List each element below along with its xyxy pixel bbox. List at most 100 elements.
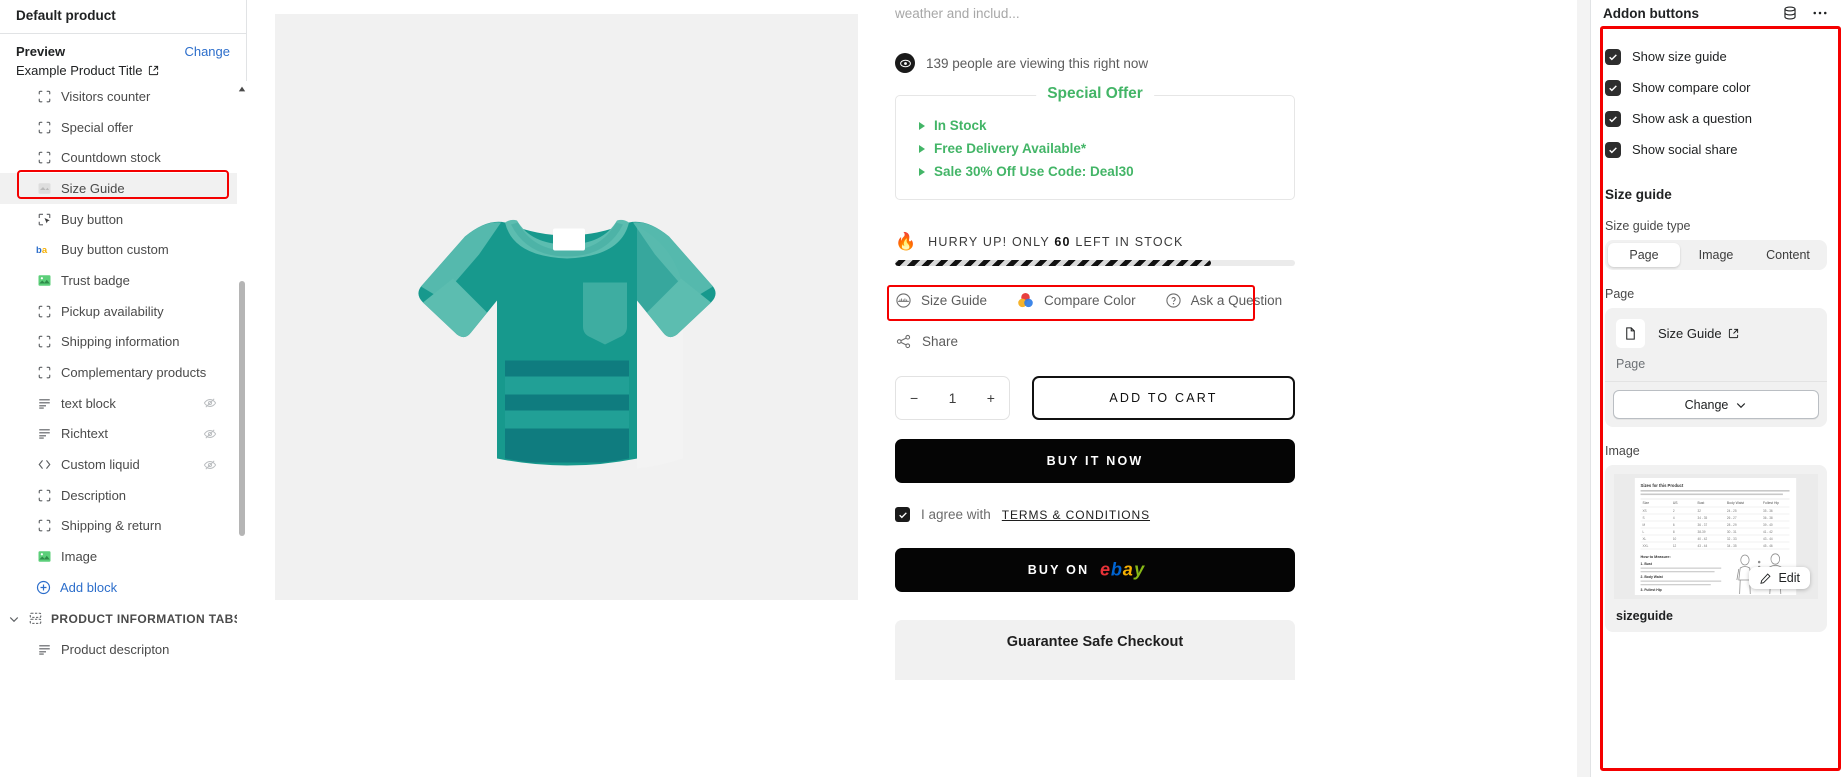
- panel-gutter: [1579, 0, 1590, 777]
- question-circle-icon: [1165, 293, 1181, 308]
- more-options-icon[interactable]: [1811, 5, 1829, 21]
- section-icon: [29, 612, 42, 624]
- scroll-up-arrow-icon[interactable]: [238, 85, 246, 93]
- svg-text:XL: XL: [1642, 537, 1646, 541]
- block-richtext[interactable]: Richtext: [0, 419, 247, 450]
- block-custom-liquid[interactable]: Custom liquid: [0, 449, 247, 480]
- document-icon: [1616, 319, 1645, 348]
- quantity-decrement[interactable]: −: [910, 390, 918, 406]
- image-file-name: sizeguide: [1616, 609, 1673, 623]
- check-icon: [1609, 84, 1617, 91]
- hurry-suffix: LEFT IN STOCK: [1075, 234, 1184, 249]
- quantity-stepper[interactable]: − 1 +: [895, 376, 1010, 420]
- checkbox-box[interactable]: [1605, 141, 1621, 158]
- size-guide-type-label: Size guide type: [1605, 219, 1691, 233]
- change-page-label: Change: [1684, 397, 1729, 412]
- block-label: Countdown stock: [61, 150, 161, 166]
- picked-page-name: Size Guide: [1658, 326, 1722, 341]
- social-share-button[interactable]: Share: [895, 333, 1295, 350]
- placeholder-block-icon: [36, 334, 52, 350]
- segment-page[interactable]: Page: [1608, 243, 1680, 267]
- change-page-button[interactable]: Change: [1613, 390, 1819, 419]
- hidden-eye-icon[interactable]: [203, 458, 217, 472]
- description-fragment: weather and includ...: [895, 6, 1020, 21]
- database-icon[interactable]: [1782, 5, 1798, 21]
- segment-image[interactable]: Image: [1680, 243, 1752, 267]
- terms-checkbox[interactable]: [895, 507, 910, 522]
- sidebar-scrollbar[interactable]: [237, 81, 247, 777]
- block-buy-button-custom[interactable]: b a Buy button custom: [0, 234, 247, 265]
- block-size-guide[interactable]: Size Guide: [0, 173, 247, 204]
- image-block-icon: [36, 549, 52, 565]
- image-picker-card: Sizes for this Product Size US Bust Body…: [1605, 465, 1827, 632]
- preview-product-title[interactable]: Example Product Title: [16, 63, 230, 78]
- block-countdown-stock[interactable]: Countdown stock: [0, 142, 247, 173]
- settings-panel: Addon buttons Show size guide Show compar…: [1579, 0, 1841, 777]
- external-link-icon: [149, 65, 159, 76]
- checkbox-box[interactable]: [1605, 79, 1621, 96]
- placeholder-block-icon: [36, 518, 52, 534]
- svg-text:Size: Size: [1642, 501, 1649, 505]
- size-guide-label: Size Guide: [921, 293, 988, 308]
- checkbox-show-ask-a-question[interactable]: Show ask a question: [1605, 103, 1827, 134]
- svg-text:Fullest Hip: Fullest Hip: [1763, 501, 1779, 505]
- block-label: Buy button custom: [61, 242, 169, 258]
- block-pickup-availability[interactable]: Pickup availability: [0, 296, 247, 327]
- add-to-cart-button[interactable]: ADD TO CART: [1032, 376, 1295, 420]
- hidden-eye-icon[interactable]: [203, 396, 217, 410]
- image-block-icon: [36, 272, 52, 288]
- block-label: Product descripton: [61, 641, 170, 657]
- block-buy-button[interactable]: Buy button: [0, 204, 247, 235]
- preview-product-title-text: Example Product Title: [16, 63, 143, 78]
- block-special-offer[interactable]: Special offer: [0, 112, 247, 143]
- block-description[interactable]: Description: [0, 480, 247, 511]
- terms-link[interactable]: TERMS & CONDITIONS: [1002, 508, 1150, 522]
- size-guide-thumbnail[interactable]: Sizes for this Product Size US Bust Body…: [1614, 474, 1818, 599]
- block-visitors-counter[interactable]: Visitors counter: [0, 81, 247, 112]
- settings-panel-body: Show size guide Show compare color Show as…: [1591, 29, 1841, 632]
- block-label: Special offer: [61, 119, 134, 135]
- ask-a-question-button[interactable]: Ask a Question: [1165, 292, 1282, 309]
- block-complementary-products[interactable]: Complementary products: [0, 357, 247, 388]
- quantity-increment[interactable]: +: [987, 390, 995, 406]
- section-product-information-tabs[interactable]: PRODUCT INFORMATION TABS: [0, 603, 247, 634]
- block-image[interactable]: Image: [0, 541, 247, 572]
- block-product-descripton[interactable]: Product descripton: [0, 634, 247, 665]
- preview-change-link[interactable]: Change: [184, 44, 230, 59]
- visitors-counter-text: 139 people are viewing this right now: [926, 55, 1149, 71]
- svg-text:24 - 25: 24 - 25: [1727, 509, 1737, 513]
- block-label: Description: [61, 487, 127, 503]
- buy-it-now-button[interactable]: BUY IT NOW: [895, 439, 1295, 483]
- buy-on-ebay-button[interactable]: BUY ON e b a y: [895, 548, 1295, 592]
- edit-image-button[interactable]: Edit: [1749, 567, 1810, 589]
- special-offer-item-label: Sale 30% Off Use Code: Deal30: [934, 164, 1134, 179]
- checkbox-box[interactable]: [1605, 110, 1621, 127]
- external-link-icon[interactable]: [1728, 328, 1739, 339]
- settings-panel-actions: [1782, 5, 1829, 21]
- size-guide-button[interactable]: Size Guide: [895, 292, 987, 309]
- quantity-value[interactable]: 1: [949, 390, 957, 406]
- block-trust-badge[interactable]: Trust badge: [0, 265, 247, 296]
- block-text-block[interactable]: text block: [0, 388, 247, 419]
- stock-progress-bar: [895, 260, 1295, 266]
- block-shipping-information[interactable]: Shipping information: [0, 327, 247, 358]
- arrow-right-icon: [919, 121, 925, 130]
- hidden-eye-icon[interactable]: [203, 427, 217, 441]
- svg-text:32: 32: [1697, 509, 1701, 513]
- compare-color-button[interactable]: Compare Color: [1016, 291, 1136, 310]
- checkbox-show-compare-color[interactable]: Show compare color: [1605, 72, 1827, 103]
- svg-text:a: a: [42, 245, 48, 256]
- picked-page[interactable]: Size Guide: [1616, 319, 1816, 348]
- sidebar-scroll-thumb[interactable]: [239, 281, 245, 536]
- checkbox-box[interactable]: [1605, 48, 1621, 65]
- special-offer-item: Free Delivery Available*: [896, 137, 1294, 160]
- checkbox-show-social-share[interactable]: Show social share: [1605, 134, 1827, 165]
- page-field-label: Page: [1605, 287, 1635, 301]
- add-block-button[interactable]: Add block: [0, 572, 247, 603]
- checkbox-show-size-guide[interactable]: Show size guide: [1605, 41, 1827, 72]
- svg-text:36 - 38: 36 - 38: [1763, 516, 1773, 520]
- preview-section: Preview Change Example Product Title: [0, 34, 246, 86]
- compare-color-label: Compare Color: [1044, 293, 1136, 308]
- segment-content[interactable]: Content: [1752, 243, 1824, 267]
- block-shipping-return[interactable]: Shipping & return: [0, 511, 247, 542]
